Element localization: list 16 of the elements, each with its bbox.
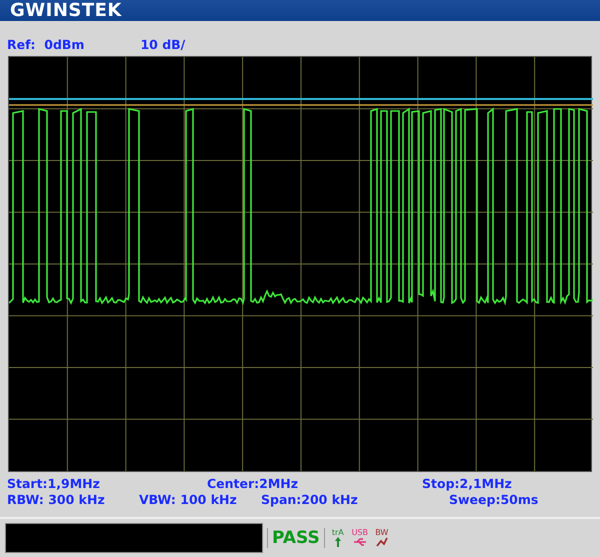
indicator-label: BW [375,528,388,538]
scale-label: 10 dB/ [140,37,186,54]
pass-indicator: PASS [267,528,325,548]
sweep-setting: Stop:2,1MHz [422,476,513,492]
sweep-setting: RBW: 300 kHz [7,492,106,507]
reference-level: Ref: 0dBm [7,37,84,54]
brand-logo: GWINSTEK [10,0,122,22]
arrow-icon [334,537,342,548]
sweep-setting: VBW: 100 kHz [139,492,238,507]
indicator-label: trA [332,528,344,538]
sweep-setting: Start:1,9MHz [7,476,101,492]
sweep-setting: Center:2MHz [207,476,300,492]
sweep-setting: Sweep:50ms [449,492,540,507]
usb-icon [352,537,367,548]
indicator-label: USB [352,528,368,538]
sweep-setting: Span:200 kHz [261,492,359,507]
